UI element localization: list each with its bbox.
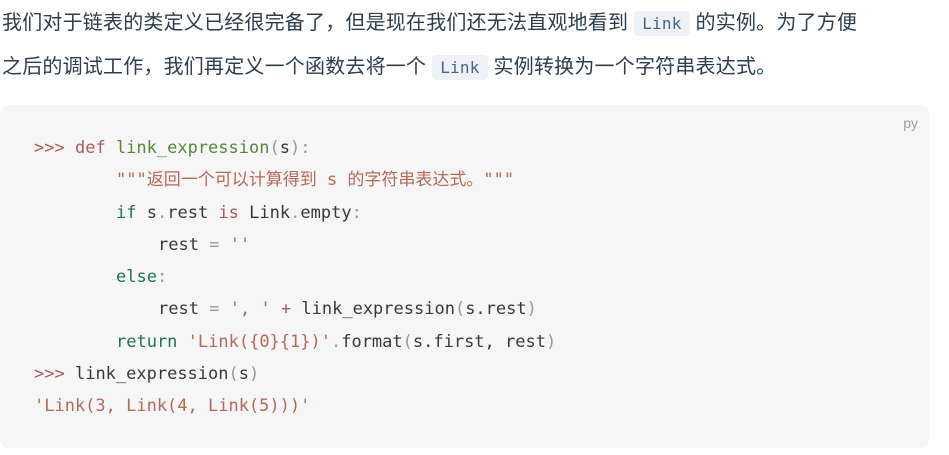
paragraph-text: 之后的调试工作，我们再定义一个函数去将一个: [2, 54, 427, 78]
code-line: return 'Link({0}{1})'.format(s.first, re…: [116, 331, 557, 352]
code-line: 'Link(3, Link(4, Link(5)))': [34, 396, 311, 417]
paragraph-line-1: 我们对于链表的类定义已经很完备了，但是现在我们还无法直观地看到 Link 的实例。为…: [2, 0, 942, 44]
inline-code-link: Link: [432, 55, 488, 80]
code-line: >>> def link_expression(s):: [34, 138, 311, 158]
intro-paragraph: 我们对于链表的类定义已经很完备了，但是现在我们还无法直观地看到 Link 的实例。为…: [2, 0, 942, 88]
code-line: if s.rest is Link.empty:: [116, 202, 362, 223]
code-block[interactable]: py >>> def link_expression(s): """返回一个可以计…: [0, 105, 929, 448]
paragraph-text: 实例转换为一个字符串表达式。: [493, 54, 777, 78]
code-line: """返回一个可以计算得到 s 的字符串表达式。""": [116, 170, 515, 191]
code-language-label: py: [903, 115, 918, 131]
code-line: >>> link_expression(s): [34, 364, 260, 385]
code-content[interactable]: >>> def link_expression(s): """返回一个可以计算得到…: [34, 132, 556, 423]
code-line: rest = ', ' + link_expression(s.rest): [158, 299, 537, 320]
paragraph-text: 的实例。为了方便: [695, 10, 858, 34]
inline-code-link: Link: [634, 11, 690, 36]
code-line: rest = '': [158, 234, 251, 255]
paragraph-text: 我们对于链表的类定义已经很完备了，但是现在我们还无法直观地看到: [2, 10, 629, 34]
paragraph-line-2: 之后的调试工作，我们再定义一个函数去将一个 Link 实例转换为一个字符串表达式。: [2, 44, 942, 88]
code-line: else:: [116, 267, 168, 288]
